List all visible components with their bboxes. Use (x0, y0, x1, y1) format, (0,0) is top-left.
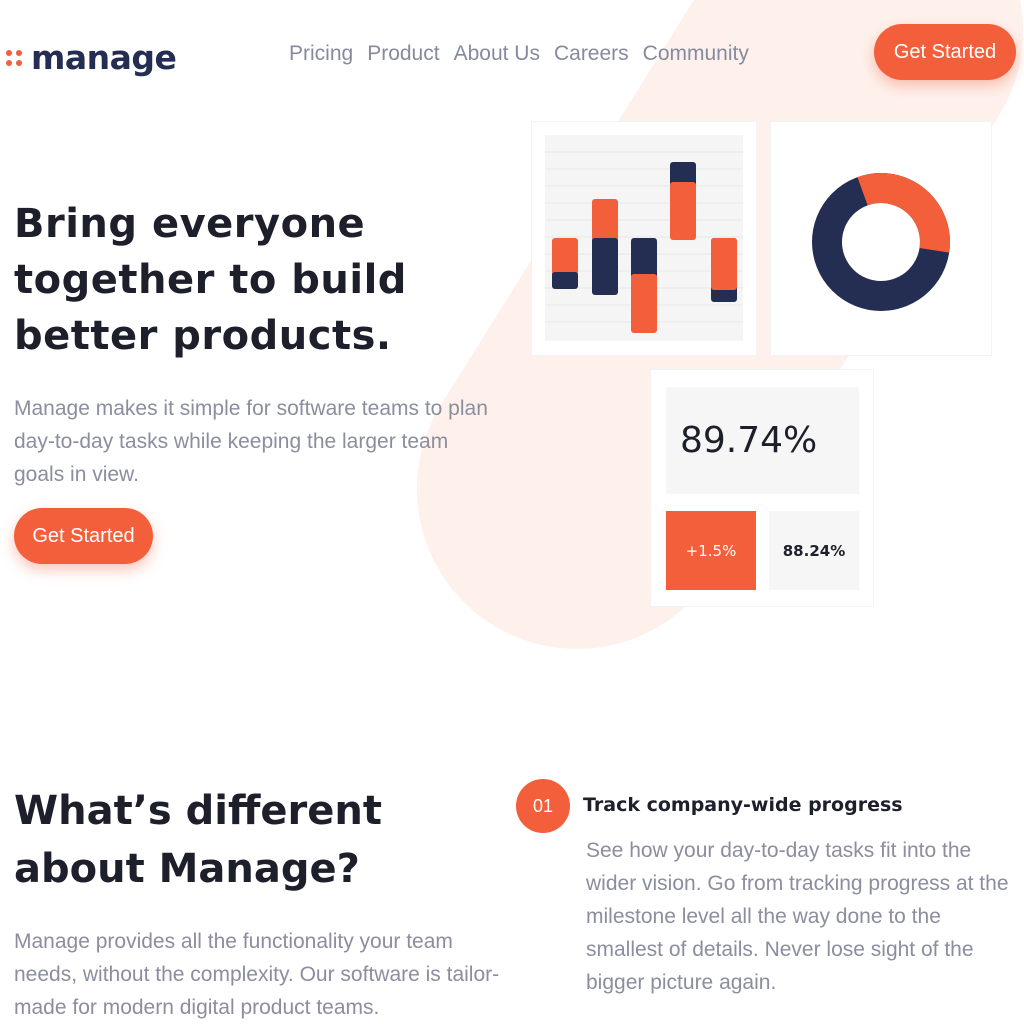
bar-1 (552, 238, 578, 289)
bar-4 (670, 162, 696, 240)
bar-3 (631, 238, 657, 333)
nav-about-us[interactable]: About Us (454, 42, 540, 66)
feature-title: Track company-wide progress (583, 794, 903, 816)
bar-2 (592, 199, 618, 295)
bar-chart-card (532, 122, 756, 355)
stats-card: 89.74% +1.5% 88.24% (651, 370, 873, 606)
stat-change-box: +1.5% (666, 511, 756, 590)
stat-change-value: +1.5% (685, 541, 737, 560)
logo[interactable]: manage (6, 38, 177, 77)
feature-number-badge: 01 (516, 779, 570, 833)
stat-secondary-value: 88.24% (782, 541, 846, 560)
stat-main-value: 89.74% (680, 420, 818, 461)
nav-careers[interactable]: Careers (554, 42, 629, 66)
logo-text: manage (31, 38, 177, 77)
nav-pricing[interactable]: Pricing (289, 42, 353, 66)
donut-chart-illustration (812, 173, 950, 311)
stat-main-box: 89.74% (666, 387, 859, 494)
stat-secondary-box: 88.24% (769, 511, 859, 590)
hero-get-started-button[interactable]: Get Started (14, 508, 153, 564)
nav-community[interactable]: Community (643, 42, 749, 66)
logo-icon (6, 49, 22, 66)
section-title: What’s different about Manage? (14, 788, 382, 892)
donut-chart-card (771, 122, 991, 355)
hero-description: Manage makes it simple for software team… (14, 397, 488, 486)
bar-5 (711, 238, 737, 302)
section-description: Manage provides all the functionality yo… (14, 930, 500, 1019)
nav-product[interactable]: Product (367, 42, 439, 66)
header-get-started-button[interactable]: Get Started (874, 24, 1016, 80)
bar-chart-illustration (545, 135, 743, 341)
feature-description: See how your day-to-day tasks fit into t… (586, 839, 1009, 994)
hero-title: Bring everyone together to build better … (14, 201, 407, 359)
main-nav: Pricing Product About Us Careers Communi… (289, 42, 749, 66)
